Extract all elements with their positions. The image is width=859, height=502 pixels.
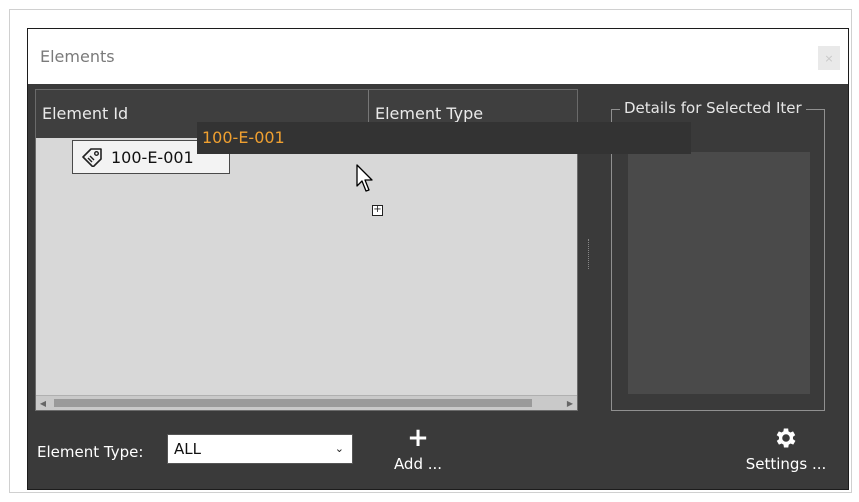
drag-cursor-icon <box>356 164 373 192</box>
close-button[interactable]: × <box>818 46 840 70</box>
add-button[interactable]: + Add ... <box>383 425 453 481</box>
drag-ghost-label: 100-E-001 <box>197 122 691 154</box>
tag-icon <box>82 148 102 167</box>
chevron-down-icon: ⌄ <box>334 442 344 455</box>
add-button-label: Add ... <box>393 455 443 473</box>
settings-button[interactable]: Settings ... <box>736 425 836 481</box>
element-type-label: Element Type: <box>37 443 144 461</box>
element-type-select[interactable]: ALL ⌄ <box>167 434 353 464</box>
close-icon: × <box>824 51 834 65</box>
gear-icon <box>776 428 796 448</box>
drag-copy-plus-icon: + <box>372 204 383 216</box>
scroll-right-icon[interactable]: ▶ <box>563 396 577 410</box>
panel-splitter[interactable] <box>588 239 592 269</box>
plus-icon: + <box>407 423 429 453</box>
row-element-id: 100-E-001 <box>111 147 194 167</box>
details-group: Details for Selected Iter <box>611 99 825 411</box>
title-bar: Elements × <box>28 29 848 84</box>
scroll-left-icon[interactable]: ◀ <box>36 396 50 410</box>
element-type-value: ALL <box>174 440 201 458</box>
scroll-thumb[interactable] <box>54 399 532 407</box>
horizontal-scrollbar[interactable]: ◀ ▶ <box>36 395 577 410</box>
settings-button-label: Settings ... <box>745 455 827 473</box>
details-panel <box>628 152 810 394</box>
window-title: Elements <box>40 47 115 66</box>
details-title: Details for Selected Iter <box>620 99 806 117</box>
footer-bar: Element Type: ALL ⌄ + Add ... Settings .… <box>28 421 848 491</box>
elements-window: Elements × Element Id Element Type 100-E… <box>27 28 849 490</box>
